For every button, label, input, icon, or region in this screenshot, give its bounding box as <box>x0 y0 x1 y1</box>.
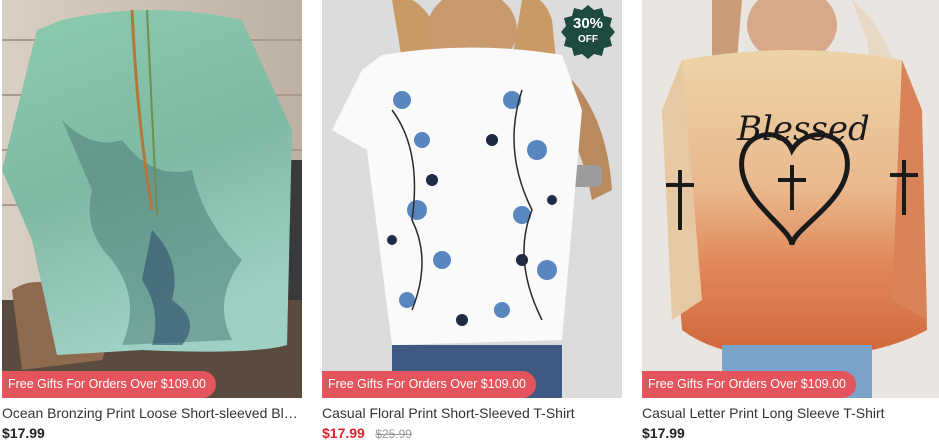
product-grid: Free Gifts For Orders Over $109.00 Ocean… <box>0 0 939 442</box>
product-price: $17.99 <box>2 425 45 441</box>
product-card[interactable]: 30% OFF Free Gifts For Orders Over $109.… <box>322 0 622 442</box>
sale-price: $17.99 <box>322 425 365 441</box>
original-price: $25.99 <box>375 427 412 441</box>
product-title[interactable]: Casual Letter Print Long Sleeve T-Shirt <box>642 404 939 422</box>
product-title[interactable]: Casual Floral Print Short-Sleeved T-Shir… <box>322 404 622 422</box>
free-gift-promo-banner[interactable]: Free Gifts For Orders Over $109.00 <box>2 371 216 398</box>
product-title[interactable]: Ocean Bronzing Print Loose Short-sleeved… <box>2 404 302 422</box>
product-card[interactable]: Blessed Free Gifts For Orders Over $109.… <box>642 0 939 442</box>
price-row: $17.99 <box>2 425 45 442</box>
product-image[interactable]: Free Gifts For Orders Over $109.00 <box>2 0 302 398</box>
product-image[interactable]: Blessed Free Gifts For Orders Over $109.… <box>642 0 939 398</box>
discount-label: OFF <box>578 34 598 45</box>
teal-blouse-photo <box>2 0 302 398</box>
price-row: $17.99 <box>642 425 685 442</box>
free-gift-promo-banner[interactable]: Free Gifts For Orders Over $109.00 <box>642 371 856 398</box>
discount-badge: 30% OFF <box>560 4 616 60</box>
product-price: $17.99 <box>642 425 685 441</box>
blessed-graphic-text: Blessed <box>736 109 870 149</box>
product-image[interactable]: 30% OFF Free Gifts For Orders Over $109.… <box>322 0 622 398</box>
free-gift-promo-banner[interactable]: Free Gifts For Orders Over $109.00 <box>322 371 536 398</box>
discount-percent: 30% <box>572 15 604 32</box>
price-row: $17.99 $25.99 <box>322 425 412 442</box>
product-card[interactable]: Free Gifts For Orders Over $109.00 Ocean… <box>2 0 302 442</box>
blessed-tshirt-photo: Blessed <box>642 0 939 398</box>
badge-seal-icon <box>561 5 615 59</box>
